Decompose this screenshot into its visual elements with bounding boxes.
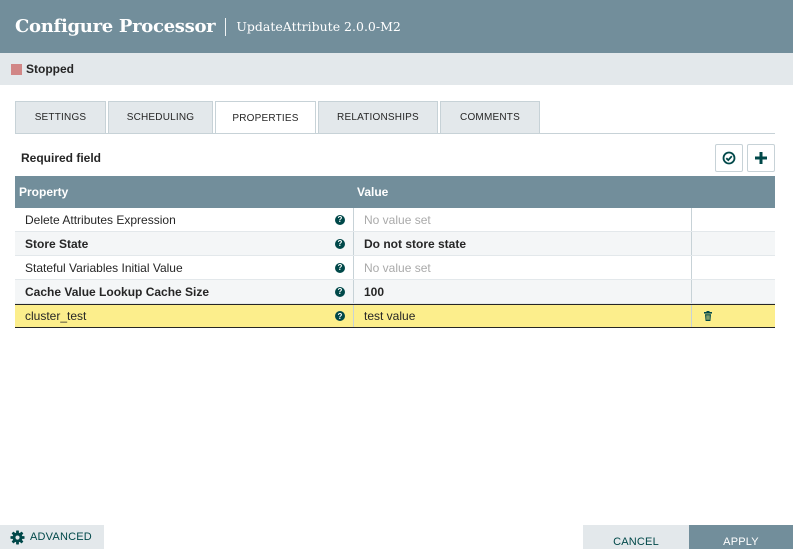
column-header-value[interactable]: Value [353, 185, 388, 199]
tab-relationships[interactable]: RELATIONSHIPS [318, 101, 438, 133]
column-header-property[interactable]: Property [15, 185, 353, 199]
cancel-button[interactable]: CANCEL [583, 525, 689, 549]
advanced-label: ADVANCED [30, 531, 92, 543]
status-bar: Stopped [0, 53, 793, 85]
trash-icon[interactable] [703, 311, 713, 321]
help-icon[interactable]: ? [335, 238, 345, 249]
table-row-selected[interactable]: cluster_test ? test value [15, 304, 775, 328]
header-separator [225, 17, 227, 36]
table-row[interactable]: Delete Attributes Expression ? No value … [15, 208, 775, 232]
property-value[interactable]: 100 [353, 280, 691, 303]
dialog-header: Configure Processor UpdateAttribute 2.0.… [0, 0, 793, 53]
configure-processor-dialog: Configure Processor UpdateAttribute 2.0.… [0, 0, 793, 549]
required-field-label: Required field [21, 151, 102, 165]
row-actions [691, 208, 775, 231]
plus-icon [755, 152, 767, 164]
row-actions [691, 232, 775, 255]
row-actions [691, 305, 775, 327]
gear-icon [10, 529, 25, 545]
table-row[interactable]: Cache Value Lookup Cache Size ? 100 [15, 280, 775, 304]
table-header: Property Value [15, 176, 775, 208]
stopped-icon [11, 63, 22, 75]
help-icon[interactable]: ? [335, 311, 345, 321]
advanced-button[interactable]: ADVANCED [0, 525, 104, 549]
tab-comments[interactable]: COMMENTS [440, 101, 540, 133]
processor-type: UpdateAttribute 2.0.0-M2 [236, 19, 401, 34]
property-value[interactable]: No value set [353, 208, 691, 231]
verify-properties-button[interactable] [715, 144, 743, 172]
property-value[interactable]: Do not store state [353, 232, 691, 255]
property-name: Cache Value Lookup Cache Size ? [15, 280, 353, 303]
property-value[interactable]: No value set [353, 256, 691, 279]
tab-properties[interactable]: PROPERTIES [215, 101, 316, 134]
add-property-button[interactable] [747, 144, 775, 172]
apply-button[interactable]: APPLY [689, 525, 793, 549]
help-icon[interactable]: ? [335, 262, 345, 273]
property-name: Delete Attributes Expression ? [15, 208, 353, 231]
tab-settings[interactable]: SETTINGS [15, 101, 106, 133]
tab-bar: SETTINGS SCHEDULING PROPERTIES RELATIONS… [15, 101, 542, 134]
help-icon[interactable]: ? [335, 214, 345, 225]
property-value[interactable]: test value [353, 305, 691, 327]
table-row[interactable]: Stateful Variables Initial Value ? No va… [15, 256, 775, 280]
tab-scheduling[interactable]: SCHEDULING [108, 101, 213, 133]
properties-table: Property Value Delete Attributes Express… [15, 176, 775, 328]
property-name: cluster_test ? [15, 305, 353, 327]
tabs-divider [15, 133, 775, 134]
property-name: Store State ? [15, 232, 353, 255]
row-actions [691, 256, 775, 279]
property-name: Stateful Variables Initial Value ? [15, 256, 353, 279]
check-circle-icon [722, 151, 736, 165]
row-actions [691, 280, 775, 303]
status-text: Stopped [26, 62, 74, 76]
table-row[interactable]: Store State ? Do not store state [15, 232, 775, 256]
dialog-title: Configure Processor [15, 16, 216, 37]
help-icon[interactable]: ? [335, 286, 345, 297]
